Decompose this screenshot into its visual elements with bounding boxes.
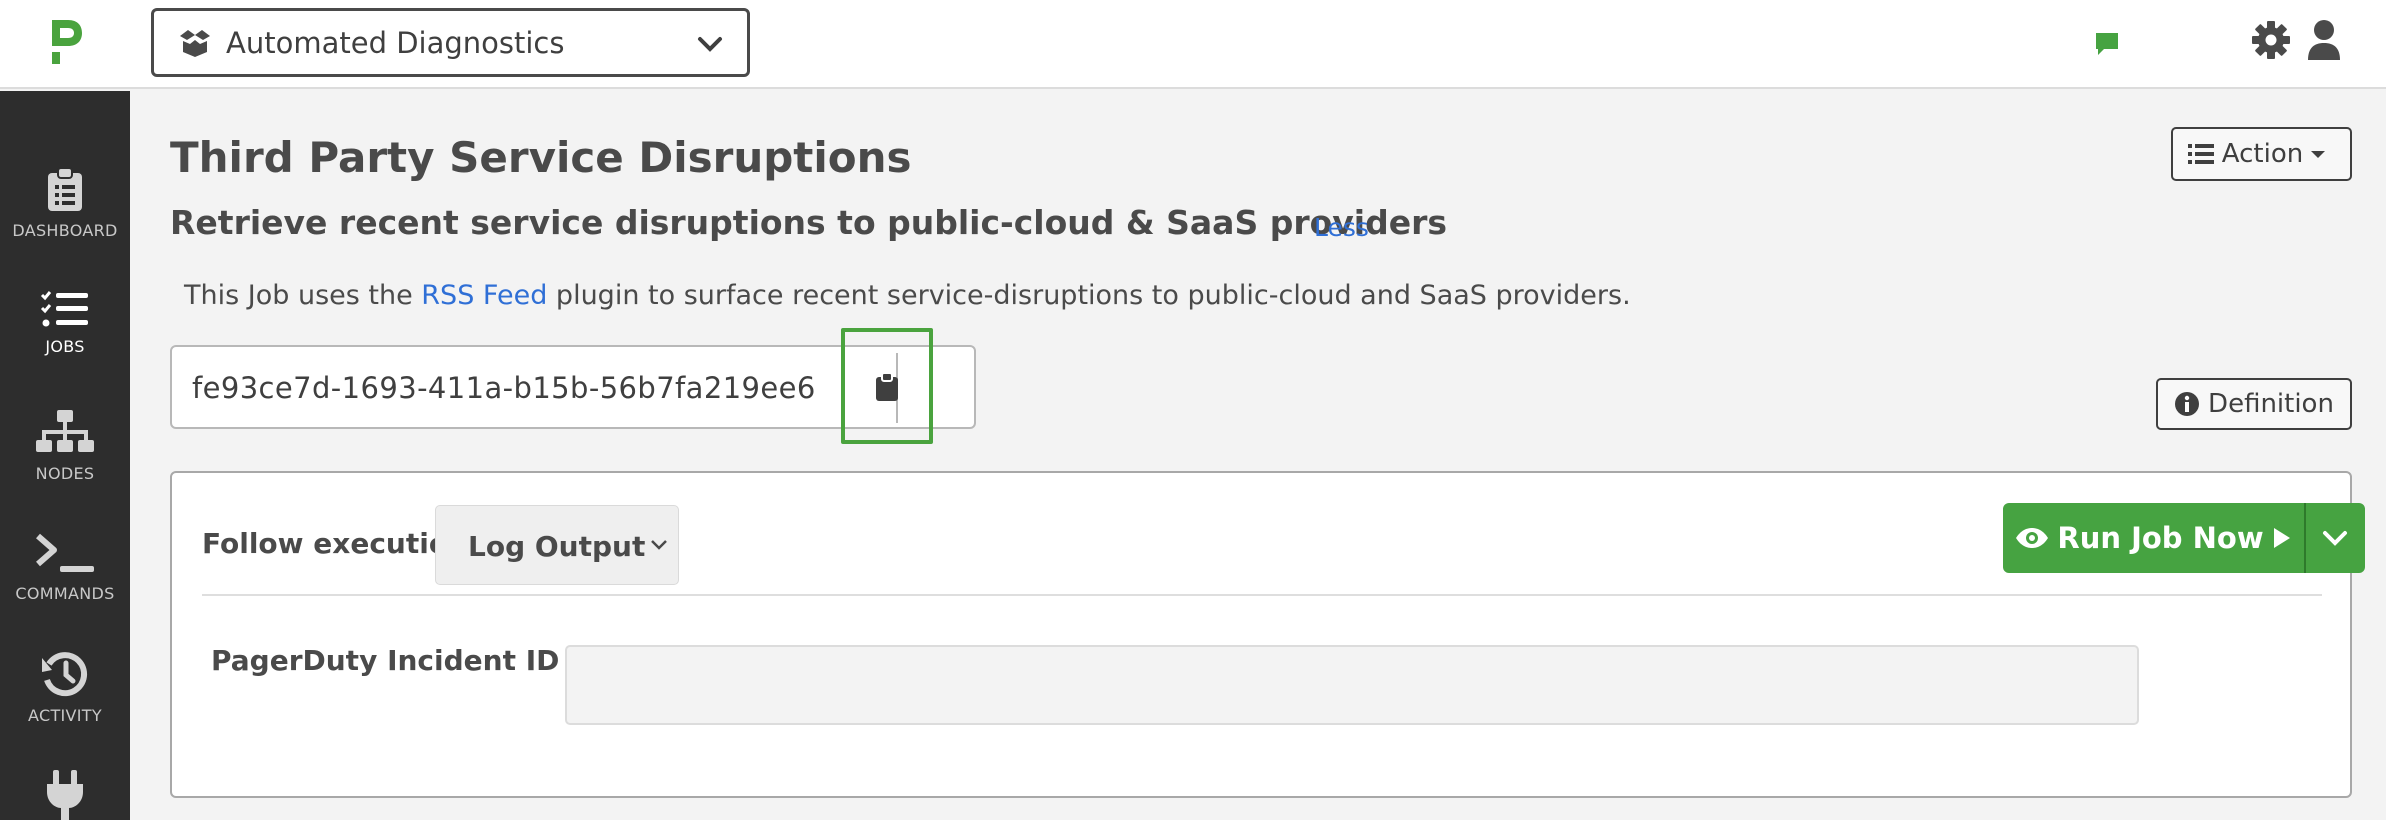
job-description: This Job uses the RSS Feed plugin to sur… [184, 280, 1631, 311]
list-icon [2187, 144, 2214, 164]
action-label: Action [2221, 139, 2304, 169]
gear-icon[interactable] [2251, 20, 2291, 60]
run-job-now-button[interactable]: Run Job Now [2003, 503, 2304, 573]
follow-execution-select[interactable]: Log Output [435, 505, 679, 585]
sidebar-item-jobs[interactable]: JOBS [0, 289, 130, 399]
sidebar-item-nodes[interactable]: NODES [0, 408, 130, 518]
rss-feed-link[interactable]: RSS Feed [421, 280, 547, 311]
run-job-label: Run Job Now [2057, 521, 2264, 555]
top-bar: Automated Diagnostics [0, 0, 2386, 89]
follow-execution-label: Follow execution [202, 527, 468, 560]
plug-icon [47, 770, 83, 820]
main-content: Third Party Service Disruptions Action R… [130, 91, 2386, 820]
run-job-panel: Follow execution Log Output Run Job Now [170, 471, 2365, 798]
box-open-icon [180, 29, 210, 57]
less-link[interactable]: Less [1314, 213, 1369, 242]
chevron-down-icon [2323, 531, 2347, 546]
description-suffix: plugin to surface recent service-disrupt… [547, 280, 1631, 311]
job-summary: Retrieve recent service disruptions to p… [170, 203, 1448, 242]
sidebar-item-label: JOBS [45, 337, 85, 356]
definition-label: Definition [2208, 389, 2334, 419]
pagerduty-incident-label: PagerDuty Incident ID [211, 644, 560, 677]
pagerduty-incident-input[interactable] [565, 645, 2139, 725]
job-uuid: fe93ce7d-1693-411a-b15b-56b7fa219ee6 [192, 371, 816, 405]
copy-uuid-button[interactable] [841, 328, 933, 444]
panel-divider [202, 594, 2322, 596]
tasks-icon [40, 291, 88, 327]
user-icon[interactable] [2306, 18, 2342, 62]
clipboard-icon [48, 167, 82, 211]
sitemap-icon [36, 410, 94, 452]
description-prefix: This Job uses the [184, 280, 422, 311]
clipboard-copy-icon [876, 372, 898, 401]
history-icon [42, 652, 88, 697]
chevron-down-icon [698, 37, 722, 52]
sidebar-item-activity[interactable]: ACTIVITY [0, 650, 130, 760]
run-options-toggle[interactable] [2306, 503, 2365, 573]
follow-execution-value: Log Output [468, 530, 646, 563]
sidebar: DASHBOARD JOBS NODES COMMANDS ACTIVITY [0, 91, 130, 820]
chat-icon[interactable] [2093, 30, 2121, 58]
sidebar-item-label: COMMANDS [15, 584, 115, 603]
terminal-icon [36, 533, 94, 572]
pagerduty-logo[interactable] [46, 18, 84, 66]
sidebar-item-label: ACTIVITY [28, 706, 102, 725]
play-icon [2273, 528, 2290, 548]
project-name: Automated Diagnostics [226, 25, 565, 60]
info-circle-icon [2175, 392, 2200, 416]
sidebar-item-label: NODES [35, 464, 95, 483]
sidebar-item-plugins[interactable] [0, 770, 130, 820]
action-menu-button[interactable]: Action [2171, 127, 2352, 181]
caret-down-icon [2311, 151, 2326, 158]
sidebar-item-commands[interactable]: COMMANDS [0, 532, 130, 642]
eye-icon [2016, 528, 2049, 548]
sidebar-item-dashboard[interactable]: DASHBOARD [0, 167, 130, 277]
definition-button[interactable]: Definition [2156, 378, 2352, 430]
project-selector[interactable]: Automated Diagnostics [151, 8, 750, 77]
page-title: Third Party Service Disruptions [170, 133, 912, 182]
chevron-down-icon [651, 540, 667, 550]
sidebar-item-label: DASHBOARD [12, 221, 118, 240]
